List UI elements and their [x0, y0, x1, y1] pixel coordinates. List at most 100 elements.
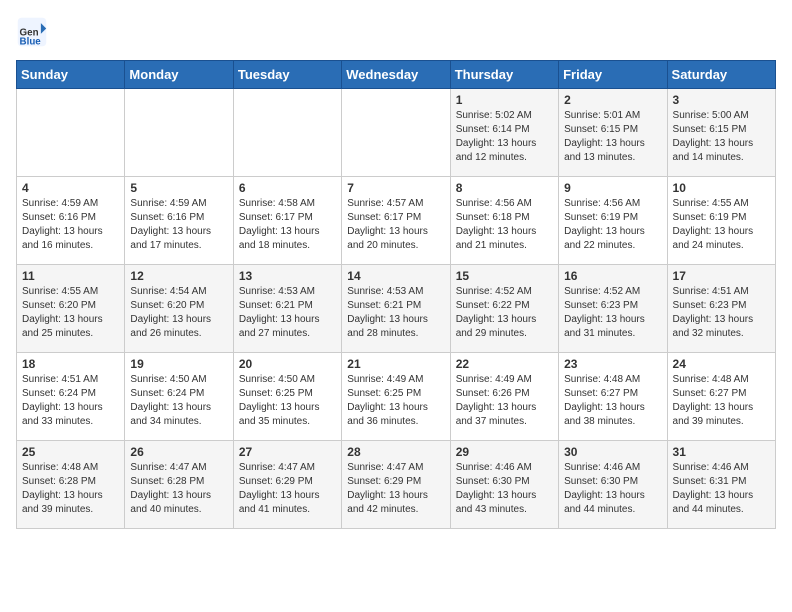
calendar-week-row: 18 Sunrise: 4:51 AM Sunset: 6:24 PM Dayli… [17, 353, 776, 441]
header-saturday: Saturday [667, 61, 775, 89]
day-info: Sunrise: 4:57 AM Sunset: 6:17 PM Dayligh… [347, 197, 444, 253]
day-number: 11 [22, 269, 119, 283]
header-friday: Friday [559, 61, 667, 89]
calendar-week-row: 11 Sunrise: 4:55 AM Sunset: 6:20 PM Dayli… [17, 265, 776, 353]
calendar-cell: 22Sunrise: 4:49 AM Sunset: 6:26 PM Dayli… [450, 353, 558, 441]
day-number: 27 [239, 445, 336, 459]
calendar-cell: 7 Sunrise: 4:57 AM Sunset: 6:17 PM Daylig… [342, 177, 450, 265]
calendar-cell: 2Sunrise: 5:01 AM Sunset: 6:15 PM Daylig… [559, 89, 667, 177]
calendar-week-row: 4 Sunrise: 4:59 AM Sunset: 6:16 PM Daylig… [17, 177, 776, 265]
day-info: Sunrise: 4:56 AM Sunset: 6:18 PM Dayligh… [456, 197, 553, 253]
day-number: 9 [564, 181, 661, 195]
calendar-cell: 20 Sunrise: 4:50 AM Sunset: 6:25 PM Dayli… [233, 353, 341, 441]
day-info: Sunrise: 4:48 AM Sunset: 6:27 PM Dayligh… [673, 373, 770, 429]
day-info: Sunrise: 4:59 AM Sunset: 6:16 PM Dayligh… [22, 197, 119, 253]
day-info: Sunrise: 4:52 AM Sunset: 6:23 PM Dayligh… [564, 285, 661, 341]
day-number: 21 [347, 357, 444, 371]
day-number: 26 [130, 445, 227, 459]
day-number: 8 [456, 181, 553, 195]
day-number: 6 [239, 181, 336, 195]
day-info: Sunrise: 4:50 AM Sunset: 6:25 PM Dayligh… [239, 373, 336, 429]
calendar-cell: 23 Sunrise: 4:48 AM Sunset: 6:27 PM Dayli… [559, 353, 667, 441]
day-number: 23 [564, 357, 661, 371]
svg-text:Blue: Blue [20, 36, 42, 47]
day-number: 1 [456, 93, 553, 107]
day-info: Sunrise: 4:48 AM Sunset: 6:27 PM Dayligh… [564, 373, 661, 429]
calendar-cell: 5 Sunrise: 4:59 AM Sunset: 6:16 PM Daylig… [125, 177, 233, 265]
day-info: Sunrise: 4:53 AM Sunset: 6:21 PM Dayligh… [239, 285, 336, 341]
day-info: Sunrise: 5:02 AM Sunset: 6:14 PM Dayligh… [456, 109, 553, 165]
day-number: 3 [673, 93, 770, 107]
day-info: Sunrise: 4:56 AM Sunset: 6:19 PM Dayligh… [564, 197, 661, 253]
calendar-cell: 3Sunrise: 5:00 AM Sunset: 6:15 PM Daylig… [667, 89, 775, 177]
day-info: Sunrise: 4:47 AM Sunset: 6:28 PM Dayligh… [130, 461, 227, 517]
calendar-header-row: SundayMondayTuesdayWednesdayThursdayFrid… [17, 61, 776, 89]
page-header: Gen Blue [16, 16, 776, 48]
calendar-cell: 21Sunrise: 4:49 AM Sunset: 6:25 PM Dayli… [342, 353, 450, 441]
day-info: Sunrise: 4:47 AM Sunset: 6:29 PM Dayligh… [347, 461, 444, 517]
day-info: Sunrise: 4:59 AM Sunset: 6:16 PM Dayligh… [130, 197, 227, 253]
day-info: Sunrise: 4:51 AM Sunset: 6:24 PM Dayligh… [22, 373, 119, 429]
logo: Gen Blue [16, 16, 52, 48]
calendar-cell: 29 Sunrise: 4:46 AM Sunset: 6:30 PM Dayli… [450, 441, 558, 529]
header-thursday: Thursday [450, 61, 558, 89]
day-number: 20 [239, 357, 336, 371]
day-info: Sunrise: 4:46 AM Sunset: 6:31 PM Dayligh… [673, 461, 770, 517]
day-info: Sunrise: 4:48 AM Sunset: 6:28 PM Dayligh… [22, 461, 119, 517]
calendar-cell: 25Sunrise: 4:48 AM Sunset: 6:28 PM Dayli… [17, 441, 125, 529]
day-number: 31 [673, 445, 770, 459]
day-number: 15 [456, 269, 553, 283]
calendar-cell [125, 89, 233, 177]
day-info: Sunrise: 4:55 AM Sunset: 6:20 PM Dayligh… [22, 285, 119, 341]
day-number: 12 [130, 269, 227, 283]
calendar-cell: 13Sunrise: 4:53 AM Sunset: 6:21 PM Dayli… [233, 265, 341, 353]
calendar-cell [17, 89, 125, 177]
calendar-week-row: 25Sunrise: 4:48 AM Sunset: 6:28 PM Dayli… [17, 441, 776, 529]
day-info: Sunrise: 4:46 AM Sunset: 6:30 PM Dayligh… [564, 461, 661, 517]
day-number: 7 [347, 181, 444, 195]
calendar-cell: 8 Sunrise: 4:56 AM Sunset: 6:18 PM Daylig… [450, 177, 558, 265]
calendar-cell: 24 Sunrise: 4:48 AM Sunset: 6:27 PM Dayli… [667, 353, 775, 441]
calendar-table: SundayMondayTuesdayWednesdayThursdayFrid… [16, 60, 776, 529]
calendar-cell: 26 Sunrise: 4:47 AM Sunset: 6:28 PM Dayli… [125, 441, 233, 529]
day-number: 28 [347, 445, 444, 459]
day-number: 16 [564, 269, 661, 283]
day-info: Sunrise: 4:53 AM Sunset: 6:21 PM Dayligh… [347, 285, 444, 341]
day-number: 5 [130, 181, 227, 195]
calendar-cell [342, 89, 450, 177]
day-info: Sunrise: 4:54 AM Sunset: 6:20 PM Dayligh… [130, 285, 227, 341]
calendar-cell: 9 Sunrise: 4:56 AM Sunset: 6:19 PM Daylig… [559, 177, 667, 265]
calendar-cell: 17 Sunrise: 4:51 AM Sunset: 6:23 PM Dayli… [667, 265, 775, 353]
day-info: Sunrise: 5:01 AM Sunset: 6:15 PM Dayligh… [564, 109, 661, 165]
day-info: Sunrise: 4:58 AM Sunset: 6:17 PM Dayligh… [239, 197, 336, 253]
day-info: Sunrise: 4:55 AM Sunset: 6:19 PM Dayligh… [673, 197, 770, 253]
logo-icon: Gen Blue [16, 16, 48, 48]
calendar-cell: 31 Sunrise: 4:46 AM Sunset: 6:31 PM Dayli… [667, 441, 775, 529]
day-number: 4 [22, 181, 119, 195]
header-wednesday: Wednesday [342, 61, 450, 89]
day-info: Sunrise: 4:50 AM Sunset: 6:24 PM Dayligh… [130, 373, 227, 429]
calendar-cell [233, 89, 341, 177]
day-number: 18 [22, 357, 119, 371]
calendar-cell: 6 Sunrise: 4:58 AM Sunset: 6:17 PM Daylig… [233, 177, 341, 265]
calendar-week-row: 1 Sunrise: 5:02 AM Sunset: 6:14 PM Daylig… [17, 89, 776, 177]
calendar-cell: 30Sunrise: 4:46 AM Sunset: 6:30 PM Dayli… [559, 441, 667, 529]
calendar-cell: 16 Sunrise: 4:52 AM Sunset: 6:23 PM Dayli… [559, 265, 667, 353]
day-info: Sunrise: 4:51 AM Sunset: 6:23 PM Dayligh… [673, 285, 770, 341]
calendar-cell: 11 Sunrise: 4:55 AM Sunset: 6:20 PM Dayli… [17, 265, 125, 353]
calendar-cell: 15 Sunrise: 4:52 AM Sunset: 6:22 PM Dayli… [450, 265, 558, 353]
calendar-cell: 28 Sunrise: 4:47 AM Sunset: 6:29 PM Dayli… [342, 441, 450, 529]
day-info: Sunrise: 4:46 AM Sunset: 6:30 PM Dayligh… [456, 461, 553, 517]
day-number: 14 [347, 269, 444, 283]
day-number: 24 [673, 357, 770, 371]
day-info: Sunrise: 4:49 AM Sunset: 6:26 PM Dayligh… [456, 373, 553, 429]
day-number: 10 [673, 181, 770, 195]
calendar-cell: 18 Sunrise: 4:51 AM Sunset: 6:24 PM Dayli… [17, 353, 125, 441]
day-number: 17 [673, 269, 770, 283]
day-number: 29 [456, 445, 553, 459]
calendar-cell: 27 Sunrise: 4:47 AM Sunset: 6:29 PM Dayli… [233, 441, 341, 529]
day-info: Sunrise: 4:52 AM Sunset: 6:22 PM Dayligh… [456, 285, 553, 341]
header-tuesday: Tuesday [233, 61, 341, 89]
day-info: Sunrise: 4:47 AM Sunset: 6:29 PM Dayligh… [239, 461, 336, 517]
calendar-cell: 12 Sunrise: 4:54 AM Sunset: 6:20 PM Dayli… [125, 265, 233, 353]
